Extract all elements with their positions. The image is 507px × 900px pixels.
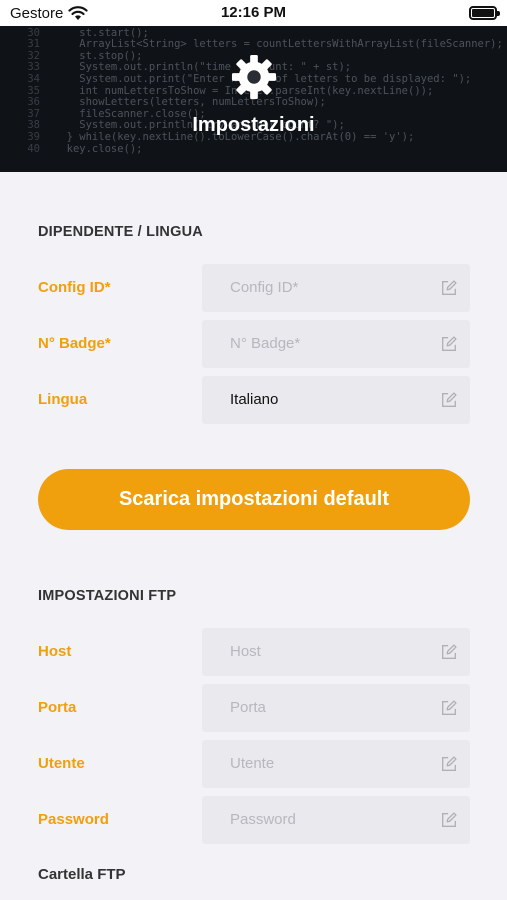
edit-icon — [442, 812, 457, 827]
status-time: 12:16 PM — [220, 4, 287, 21]
edit-icon — [442, 336, 457, 351]
settings-form: DIPENDENTE / LINGUA Config ID* Config ID… — [0, 172, 507, 900]
host-label: Host — [38, 643, 72, 660]
password-label: Password — [38, 811, 109, 828]
host-placeholder: Host — [230, 643, 261, 660]
language-value: Italiano — [230, 391, 279, 408]
page-title: Impostazioni — [192, 114, 315, 136]
password-placeholder: Password — [230, 811, 296, 828]
battery-icon — [469, 6, 500, 20]
user-placeholder: Utente — [230, 755, 275, 772]
edit-icon — [442, 280, 457, 295]
edit-icon — [442, 644, 457, 659]
edit-icon — [442, 700, 457, 715]
section-title-ftp: IMPOSTAZIONI FTP — [38, 588, 177, 604]
user-field[interactable]: Utente — [202, 740, 470, 788]
status-bar: Gestore 12:16 PM — [0, 0, 507, 26]
config-id-label: Config ID* — [38, 279, 111, 296]
gear-icon — [231, 54, 277, 100]
port-label: Porta — [38, 699, 77, 716]
language-field[interactable]: Italiano — [202, 376, 470, 424]
port-placeholder: Porta — [230, 699, 266, 716]
badge-placeholder: N° Badge* — [230, 335, 301, 352]
badge-label: N° Badge* — [38, 335, 111, 352]
edit-icon — [442, 756, 457, 771]
port-field[interactable]: Porta — [202, 684, 470, 732]
edit-icon — [442, 392, 457, 407]
ftp-folder-label: Cartella FTP — [38, 866, 126, 883]
badge-field[interactable]: N° Badge* — [202, 320, 470, 368]
host-field[interactable]: Host — [202, 628, 470, 676]
language-label: Lingua — [38, 391, 88, 408]
section-title-employee: DIPENDENTE / LINGUA — [38, 224, 203, 240]
config-id-field[interactable]: Config ID* — [202, 264, 470, 312]
config-id-placeholder: Config ID* — [230, 279, 299, 296]
user-label: Utente — [38, 755, 85, 772]
download-default-settings-button[interactable]: Scarica impostazioni default — [38, 469, 470, 530]
password-field[interactable]: Password — [202, 796, 470, 844]
header-banner: 29 stopwatch st = new StopWatch();30 st.… — [0, 26, 507, 172]
